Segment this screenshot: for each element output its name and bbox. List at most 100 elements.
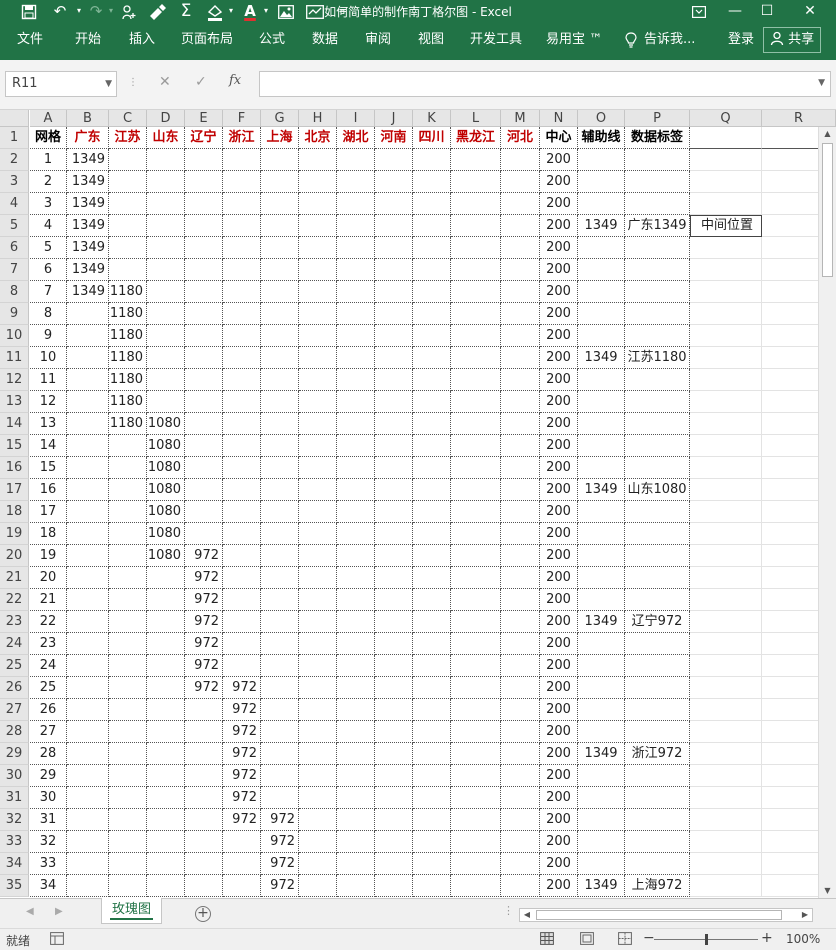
cell-g7[interactable]: [261, 259, 299, 281]
cell-b1[interactable]: 广东: [67, 127, 109, 149]
cell-p17[interactable]: 山东1080: [625, 479, 690, 501]
cell-a9[interactable]: 8: [30, 303, 67, 325]
cell-c14[interactable]: 1180: [109, 413, 147, 435]
cell-k15[interactable]: [413, 435, 451, 457]
row-header[interactable]: 29: [0, 743, 29, 765]
cell-q7[interactable]: [690, 259, 762, 281]
cell-o15[interactable]: [578, 435, 625, 457]
cell-j10[interactable]: [375, 325, 413, 347]
cell-l14[interactable]: [451, 413, 501, 435]
cell-f34[interactable]: [223, 853, 261, 875]
row-header[interactable]: 20: [0, 545, 29, 567]
insert-function-icon[interactable]: fx: [229, 73, 241, 88]
cell-o27[interactable]: [578, 699, 625, 721]
cell-h25[interactable]: [299, 655, 337, 677]
cell-i19[interactable]: [337, 523, 375, 545]
cell-o13[interactable]: [578, 391, 625, 413]
cell-a1[interactable]: 网格: [30, 127, 67, 149]
cell-m33[interactable]: [501, 831, 540, 853]
cell-l21[interactable]: [451, 567, 501, 589]
cell-n32[interactable]: 200: [540, 809, 578, 831]
cell-q10[interactable]: [690, 325, 762, 347]
row-header[interactable]: 9: [0, 303, 29, 325]
cell-f1[interactable]: 浙江: [223, 127, 261, 149]
row-header[interactable]: 3: [0, 171, 29, 193]
cell-b21[interactable]: [67, 567, 109, 589]
cell-f5[interactable]: [223, 215, 261, 237]
column-header-c[interactable]: C: [109, 110, 147, 127]
cell-h20[interactable]: [299, 545, 337, 567]
cell-c23[interactable]: [109, 611, 147, 633]
cell-n15[interactable]: 200: [540, 435, 578, 457]
cell-d19[interactable]: 1080: [147, 523, 185, 545]
tab-data[interactable]: 数据: [312, 24, 338, 60]
cell-i31[interactable]: [337, 787, 375, 809]
cell-l33[interactable]: [451, 831, 501, 853]
cell-d35[interactable]: [147, 875, 185, 897]
cell-p28[interactable]: [625, 721, 690, 743]
cell-a7[interactable]: 6: [30, 259, 67, 281]
cell-m10[interactable]: [501, 325, 540, 347]
cell-c20[interactable]: [109, 545, 147, 567]
cell-p32[interactable]: [625, 809, 690, 831]
cell-c31[interactable]: [109, 787, 147, 809]
enter-icon[interactable]: ✓: [195, 74, 207, 90]
cell-o26[interactable]: [578, 677, 625, 699]
cell-b4[interactable]: 1349: [67, 193, 109, 215]
cell-b31[interactable]: [67, 787, 109, 809]
cell-o11[interactable]: 1349: [578, 347, 625, 369]
cell-h34[interactable]: [299, 853, 337, 875]
row-header[interactable]: 34: [0, 853, 29, 875]
cell-q25[interactable]: [690, 655, 762, 677]
cell-l5[interactable]: [451, 215, 501, 237]
cell-j18[interactable]: [375, 501, 413, 523]
cell-j8[interactable]: [375, 281, 413, 303]
prev-sheet-icon[interactable]: ◀: [26, 906, 34, 917]
column-header-j[interactable]: J: [375, 110, 413, 127]
cell-o22[interactable]: [578, 589, 625, 611]
cell-b12[interactable]: [67, 369, 109, 391]
cell-k34[interactable]: [413, 853, 451, 875]
cell-h21[interactable]: [299, 567, 337, 589]
cell-q28[interactable]: [690, 721, 762, 743]
row-header[interactable]: 16: [0, 457, 29, 479]
cell-k31[interactable]: [413, 787, 451, 809]
cell-j23[interactable]: [375, 611, 413, 633]
cell-q19[interactable]: [690, 523, 762, 545]
cell-g22[interactable]: [261, 589, 299, 611]
column-header-g[interactable]: G: [261, 110, 299, 127]
cell-d24[interactable]: [147, 633, 185, 655]
cell-l29[interactable]: [451, 743, 501, 765]
cell-n35[interactable]: 200: [540, 875, 578, 897]
cell-c11[interactable]: 1180: [109, 347, 147, 369]
cell-l19[interactable]: [451, 523, 501, 545]
cell-b11[interactable]: [67, 347, 109, 369]
cell-p23[interactable]: 辽宁972: [625, 611, 690, 633]
cell-q14[interactable]: [690, 413, 762, 435]
cell-a29[interactable]: 28: [30, 743, 67, 765]
cell-o24[interactable]: [578, 633, 625, 655]
horizontal-scrollbar[interactable]: ◀ ▶: [519, 908, 813, 922]
cell-f9[interactable]: [223, 303, 261, 325]
cell-c24[interactable]: [109, 633, 147, 655]
cell-j12[interactable]: [375, 369, 413, 391]
cell-l27[interactable]: [451, 699, 501, 721]
column-header-d[interactable]: D: [147, 110, 185, 127]
cell-i26[interactable]: [337, 677, 375, 699]
cell-m24[interactable]: [501, 633, 540, 655]
cell-q18[interactable]: [690, 501, 762, 523]
cell-k24[interactable]: [413, 633, 451, 655]
cell-e9[interactable]: [185, 303, 223, 325]
zoom-slider-knob[interactable]: [705, 934, 708, 945]
cell-g3[interactable]: [261, 171, 299, 193]
cell-h11[interactable]: [299, 347, 337, 369]
cell-m34[interactable]: [501, 853, 540, 875]
cell-f26[interactable]: 972: [223, 677, 261, 699]
cell-j4[interactable]: [375, 193, 413, 215]
cell-p18[interactable]: [625, 501, 690, 523]
cell-b5[interactable]: 1349: [67, 215, 109, 237]
login-link[interactable]: 登录: [728, 24, 754, 60]
row-header[interactable]: 14: [0, 413, 29, 435]
cell-p6[interactable]: [625, 237, 690, 259]
tab-home[interactable]: 开始: [75, 24, 101, 60]
